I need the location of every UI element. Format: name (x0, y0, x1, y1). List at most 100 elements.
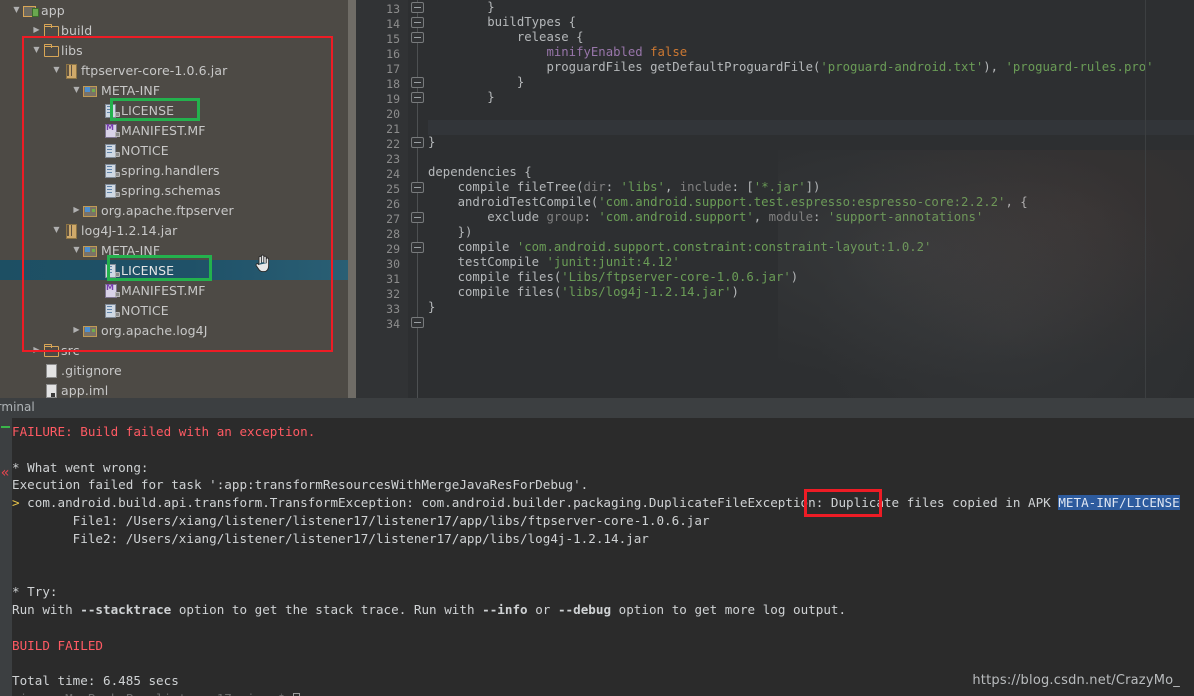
fold-marker[interactable] (411, 32, 424, 43)
line-number: 24 (386, 167, 400, 181)
chevron-down-icon[interactable]: ▼ (70, 86, 83, 94)
chevron-down-icon[interactable]: ▼ (30, 46, 43, 54)
line-number: 22 (386, 137, 400, 151)
code-token: minifyEnabled (546, 45, 643, 59)
terminal-panel[interactable]: « FAILURE: Build failed with an exceptio… (0, 418, 1194, 696)
terminal-line: FAILURE: Build failed with an exception. (12, 423, 1194, 441)
editor-code-text[interactable]: } buildTypes { release { minifyEnabled f… (428, 0, 1194, 398)
code-editor-panel[interactable]: 13 14 15 16 17 18 19 20 21 22 23 24 25 26 27 28 29 30 31 32… (348, 0, 1194, 398)
code-token: 'junit:junit:4.12' (546, 255, 680, 269)
tree-item-label: log4J-1.2.14.jar (81, 222, 178, 238)
tree-item-label: META-INF (101, 82, 161, 98)
chevron-down-icon[interactable]: ▼ (70, 246, 83, 254)
fold-marker[interactable] (411, 77, 424, 88)
fold-marker[interactable] (411, 92, 424, 103)
fold-marker[interactable] (411, 182, 424, 193)
tree-item-org-apache-ftpserver[interactable]: ▶ org.apache.ftpserver (0, 200, 348, 220)
terminal-prompt-line[interactable]: xiangs-MacBook-Pro:listener17 xiang$ (12, 690, 1194, 696)
code-token: }) (428, 225, 473, 239)
tree-item-manifest-mf[interactable]: ▶ MANIFEST.MF (0, 280, 348, 300)
chevron-down-icon[interactable]: ▼ (50, 226, 63, 234)
code-line[interactable]: release { (428, 30, 1194, 45)
tree-item-org-apache-log4j[interactable]: ▶ org.apache.log4J (0, 320, 348, 340)
code-token: , { (1005, 195, 1028, 209)
tree-item-ftpserver-core-1-0-6-jar[interactable]: ▼ ftpserver-core-1.0.6.jar (0, 60, 348, 80)
tree-item-notice[interactable]: ▶ NOTICE (0, 140, 348, 160)
code-line[interactable]: exclude group: 'com.android.support', mo… (428, 210, 1194, 225)
fold-marker[interactable] (411, 317, 424, 328)
code-line[interactable]: compile 'com.android.support.constraint:… (428, 240, 1194, 255)
tree-item-spring-schemas[interactable]: ▶ spring.schemas (0, 180, 348, 200)
terminal-line: File1: /Users/xiang/listener/listener17/… (12, 512, 1194, 530)
editor-gutter[interactable]: 13 14 15 16 17 18 19 20 21 22 23 24 25 26 27 28 29 30 31 32… (356, 0, 408, 398)
terminal-token: * Try: (12, 584, 58, 600)
tree-item-label: ftpserver-core-1.0.6.jar (81, 62, 228, 78)
code-line[interactable]: androidTestCompile('com.android.support.… (428, 195, 1194, 210)
ide-window: ▼ app ▶ build ▼ libs ▼ ftpserver-core-1.0.6.jar… (0, 0, 1194, 696)
project-tree-panel[interactable]: ▼ app ▶ build ▼ libs ▼ ftpserver-core-1.0.6.jar… (0, 0, 348, 398)
tree-item-app-iml[interactable]: ▶ app.iml (0, 380, 348, 398)
tree-item-src[interactable]: ▶ src (0, 340, 348, 360)
code-line[interactable]: minifyEnabled false (428, 45, 1194, 60)
tree-item-app[interactable]: ▼ app (0, 0, 348, 20)
code-line[interactable]: } (428, 90, 1194, 105)
lock-icon (115, 132, 120, 137)
code-token: : [ (731, 180, 754, 194)
code-line[interactable]: compile files('Libs/ftpserver-core-1.0.6… (428, 270, 1194, 285)
code-line[interactable]: proguardFiles getDefaultProguardFile('pr… (428, 60, 1194, 75)
chevron-right-icon[interactable]: ▶ (70, 206, 83, 214)
code-line[interactable] (428, 315, 1194, 330)
tree-item-libs[interactable]: ▼ libs (0, 40, 348, 60)
pkg-icon (83, 202, 100, 218)
code-line[interactable]: compile files('libs/log4j-1.2.14.jar') (428, 285, 1194, 300)
code-line[interactable]: dependencies { (428, 165, 1194, 180)
tree-item-log4j-1-2-14-jar[interactable]: ▼ log4J-1.2.14.jar (0, 220, 348, 240)
pkg-icon (83, 242, 100, 258)
code-line[interactable] (428, 150, 1194, 165)
code-line[interactable]: } (428, 300, 1194, 315)
code-line[interactable]: buildTypes { (428, 15, 1194, 30)
code-token: buildTypes { (428, 15, 577, 29)
tree-item-label: NOTICE (121, 302, 169, 318)
tree-item-license[interactable]: ▶ LICENSE (0, 100, 348, 120)
file-icon (103, 182, 120, 198)
editor-fold-column[interactable] (408, 0, 428, 398)
tree-item-meta-inf[interactable]: ▼ META-INF (0, 80, 348, 100)
tree-item-manifest-mf[interactable]: ▶ MANIFEST.MF (0, 120, 348, 140)
code-line[interactable]: } (428, 0, 1194, 15)
chevron-right-icon[interactable]: ▶ (30, 26, 43, 34)
code-line[interactable] (428, 120, 1194, 135)
code-token: : (583, 210, 599, 224)
tree-item-spring-handlers[interactable]: ▶ spring.handlers (0, 160, 348, 180)
chevron-down-icon[interactable]: ▼ (50, 66, 63, 74)
chevron-right-icon[interactable]: ▶ (30, 346, 43, 354)
code-line[interactable] (428, 105, 1194, 120)
chevron-down-icon[interactable]: ▼ (10, 6, 23, 14)
chevron-right-icon[interactable]: ▶ (70, 326, 83, 334)
fold-marker[interactable] (411, 242, 424, 253)
tree-item-license[interactable]: ▶ LICENSE (0, 260, 348, 280)
terminal-tab-label[interactable]: Terminal (0, 400, 35, 414)
code-line[interactable]: } (428, 135, 1194, 150)
code-line[interactable]: }) (428, 225, 1194, 240)
lock-icon (115, 112, 120, 117)
fold-marker[interactable] (411, 17, 424, 28)
spacer-icon: ▶ (90, 266, 103, 274)
code-token: dir (583, 180, 606, 194)
tree-item-build[interactable]: ▶ build (0, 20, 348, 40)
line-number: 29 (386, 242, 400, 256)
fold-marker[interactable] (411, 212, 424, 223)
terminal-tab-bar[interactable] (0, 398, 1194, 418)
module-icon (23, 2, 40, 18)
fold-marker[interactable] (411, 2, 424, 13)
spacer-icon: ▶ (90, 146, 103, 154)
terminal-output-text[interactable]: FAILURE: Build failed with an exception.… (12, 418, 1194, 696)
tree-item-meta-inf[interactable]: ▼ META-INF (0, 240, 348, 260)
file-icon (103, 102, 120, 118)
tree-item--gitignore[interactable]: ▶ .gitignore (0, 360, 348, 380)
code-line[interactable]: } (428, 75, 1194, 90)
tree-item-notice[interactable]: ▶ NOTICE (0, 300, 348, 320)
code-line[interactable]: testCompile 'junit:junit:4.12' (428, 255, 1194, 270)
code-line[interactable]: compile fileTree(dir: 'libs', include: [… (428, 180, 1194, 195)
fold-marker[interactable] (411, 137, 424, 148)
